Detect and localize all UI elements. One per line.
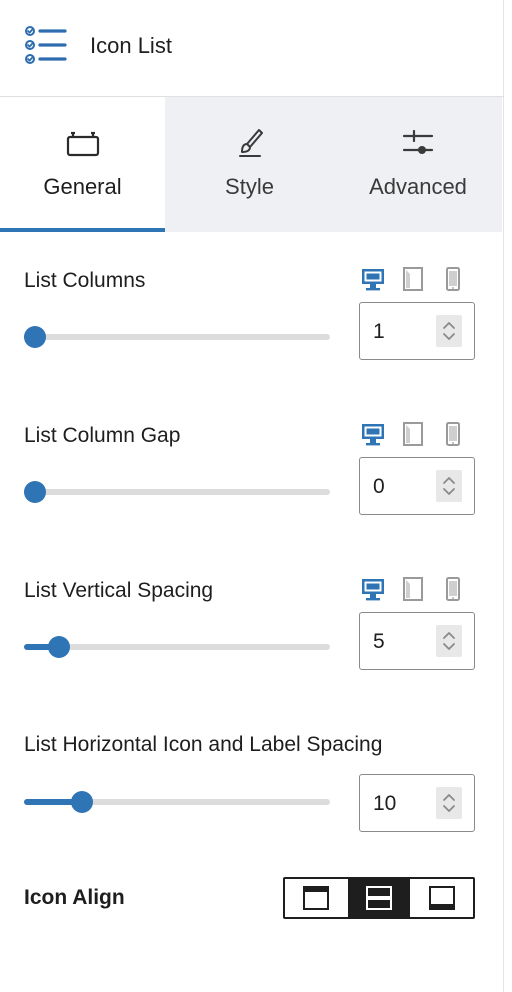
tab-style-label: Style [225, 174, 274, 199]
list-columns-label: List Columns [24, 269, 146, 292]
mobile-icon[interactable] [440, 420, 466, 448]
align-bottom-icon [428, 886, 455, 910]
list-vertical-spacing-input[interactable]: 5 [359, 612, 475, 670]
tab-general-label: General [43, 174, 122, 199]
slider-thumb[interactable] [24, 326, 46, 348]
list-horizontal-spacing-slider[interactable] [24, 791, 330, 813]
mobile-icon[interactable] [440, 575, 466, 603]
list-horizontal-spacing-input[interactable]: 10 [359, 774, 475, 832]
block-settings-panel: Icon List General Style Advanced List Co… [0, 0, 504, 992]
slider-track [24, 489, 330, 495]
tab-advanced-label: Advanced [369, 174, 467, 199]
sliders-icon [402, 129, 434, 154]
list-column-gap-value[interactable]: 0 [373, 474, 385, 500]
slider-thumb[interactable] [71, 791, 94, 813]
device-toggles [360, 265, 470, 293]
number-spinner-icon[interactable] [436, 787, 462, 819]
tab-general[interactable]: General [0, 97, 165, 232]
brush-icon [238, 129, 263, 157]
list-horizontal-spacing-value[interactable]: 10 [373, 791, 396, 817]
icon-align-label: Icon Align [24, 886, 125, 909]
list-column-gap-label: List Column Gap [24, 424, 181, 447]
tab-advanced[interactable]: Advanced [334, 97, 502, 232]
slider-thumb[interactable] [24, 481, 46, 503]
list-column-gap-slider[interactable] [24, 481, 330, 503]
slider-track [24, 644, 330, 650]
mobile-icon[interactable] [440, 265, 466, 293]
number-spinner-icon[interactable] [436, 315, 462, 347]
desktop-icon[interactable] [360, 575, 386, 603]
number-spinner-icon[interactable] [436, 625, 462, 657]
tablet-icon[interactable] [400, 420, 426, 448]
device-toggles [360, 575, 470, 603]
block-title: Icon List [90, 33, 172, 58]
slider-track [24, 334, 330, 340]
tablet-icon[interactable] [400, 265, 426, 293]
block-header: Icon List [0, 0, 504, 97]
icon-align-button-group [283, 877, 475, 919]
list-column-gap-input[interactable]: 0 [359, 457, 475, 515]
list-horizontal-spacing-label: List Horizontal Icon and Label Spacing [24, 733, 383, 756]
align-bottom-button[interactable] [410, 879, 473, 917]
list-columns-slider[interactable] [24, 326, 330, 348]
align-top-icon [303, 886, 330, 910]
align-top-button[interactable] [285, 879, 348, 917]
list-check-icon [25, 26, 67, 64]
toolbox-icon [66, 131, 99, 157]
device-toggles [360, 420, 470, 448]
list-vertical-spacing-value[interactable]: 5 [373, 629, 385, 655]
slider-thumb[interactable] [47, 636, 70, 658]
settings-tabs: General Style Advanced [0, 97, 504, 232]
align-middle-button[interactable] [347, 879, 411, 917]
number-spinner-icon[interactable] [436, 470, 462, 502]
desktop-icon[interactable] [360, 265, 386, 293]
align-middle-icon [366, 886, 392, 910]
tablet-icon[interactable] [400, 575, 426, 603]
list-columns-value[interactable]: 1 [373, 319, 385, 345]
list-vertical-spacing-label: List Vertical Spacing [24, 579, 214, 602]
list-columns-input[interactable]: 1 [359, 302, 475, 360]
desktop-icon[interactable] [360, 420, 386, 448]
list-vertical-spacing-slider[interactable] [24, 636, 330, 658]
tab-style[interactable]: Style [165, 97, 334, 232]
